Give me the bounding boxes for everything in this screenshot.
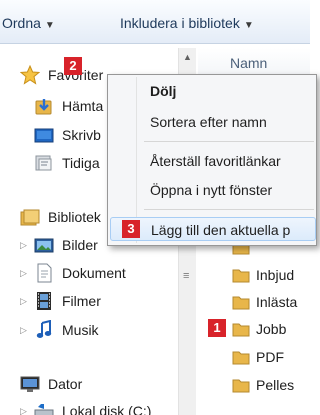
- scroll-up-icon[interactable]: ▲: [183, 52, 192, 62]
- command-bar: Ordna ▼ Inkludera i bibliotek ▼: [0, 0, 310, 44]
- pictures-library-icon: [34, 238, 54, 253]
- recent-places-icon: [35, 155, 52, 171]
- menu-item-label: Öppna i nytt fönster: [150, 182, 273, 198]
- expand-arrow-icon[interactable]: ▷: [20, 240, 27, 251]
- callout-badge-2: 2: [64, 57, 82, 75]
- menu-separator: [144, 141, 314, 142]
- menu-item-restore-favorites[interactable]: Återställ favoritlänkar: [110, 149, 316, 173]
- callout-badge-3: 3: [122, 220, 140, 238]
- nav-label-documents: Dokument: [62, 265, 126, 281]
- nav-label-desktop: Skrivb: [62, 127, 101, 143]
- folder-icon: [232, 296, 250, 310]
- nav-item-local-disk[interactable]: ▷ Lokal disk (C:): [20, 399, 184, 415]
- downloads-folder-icon: [35, 99, 52, 115]
- music-note-icon: [36, 320, 52, 338]
- folder-icon: [232, 379, 250, 393]
- chevron-down-icon: ▼: [44, 20, 55, 31]
- nav-label-pictures: Bilder: [62, 237, 98, 253]
- nav-label-libraries: Bibliotek: [48, 209, 101, 225]
- file-name: Jobb: [256, 321, 287, 337]
- file-name: Inbjud: [256, 267, 295, 283]
- nav-label-local-disk: Lokal disk (C:): [62, 403, 152, 415]
- folder-icon: [232, 351, 250, 365]
- menu-item-label: Sortera efter namn: [150, 114, 267, 130]
- computer-icon: [20, 376, 40, 392]
- file-name: Pelles: [256, 377, 295, 393]
- menu-item-open-new-window[interactable]: Öppna i nytt fönster: [110, 178, 316, 202]
- menu-item-add-current-location[interactable]: Lägg till den aktuella p: [110, 217, 316, 241]
- menu-item-label: Återställ favoritlänkar: [150, 153, 281, 169]
- column-header-label: Namn: [230, 55, 268, 71]
- nav-label-recent: Tidiga: [62, 155, 100, 171]
- nav-label-computer: Dator: [48, 376, 83, 392]
- menu-item-hide[interactable]: Dölj: [110, 79, 316, 103]
- nav-label-videos: Filmer: [62, 293, 101, 309]
- library-icon: [20, 209, 40, 226]
- chevron-down-icon: ▼: [243, 20, 254, 31]
- organize-button[interactable]: Ordna ▼: [2, 15, 55, 31]
- scroll-grip-icon[interactable]: ≡: [183, 270, 189, 282]
- menu-item-sort-by-name[interactable]: Sortera efter namn: [110, 110, 316, 134]
- folder-icon: [232, 269, 250, 283]
- callout-badge-1: 1: [208, 319, 226, 337]
- file-name: PDF: [256, 349, 284, 365]
- expand-arrow-icon[interactable]: ▷: [20, 325, 27, 336]
- nav-label-music: Musik: [62, 322, 99, 338]
- star-icon: [20, 65, 40, 85]
- nav-item-documents[interactable]: ▷ Dokument: [20, 261, 154, 287]
- film-strip-icon: [37, 292, 51, 310]
- expand-arrow-icon[interactable]: ▷: [20, 296, 27, 307]
- nav-item-videos[interactable]: ▷ Filmer: [20, 289, 154, 315]
- nav-label-downloads: Hämta: [62, 98, 104, 114]
- hard-drive-icon: [34, 404, 54, 415]
- expand-arrow-icon[interactable]: ▷: [20, 406, 27, 415]
- include-in-library-button[interactable]: Inkludera i bibliotek ▼: [120, 15, 254, 31]
- file-name: Inlästa: [256, 294, 298, 310]
- organize-label: Ordna: [2, 15, 41, 31]
- nav-item-music[interactable]: ▷ Musik: [20, 318, 154, 344]
- folder-icon: [232, 323, 250, 337]
- documents-library-icon: [37, 263, 52, 283]
- expand-arrow-icon[interactable]: ▷: [20, 268, 27, 279]
- include-in-library-label: Inkludera i bibliotek: [120, 15, 240, 31]
- menu-separator: [144, 209, 314, 210]
- desktop-icon: [34, 128, 54, 143]
- nav-item-computer[interactable]: Dator: [20, 372, 190, 398]
- menu-item-label: Lägg till den aktuella p: [151, 222, 291, 238]
- menu-item-label: Dölj: [150, 83, 177, 99]
